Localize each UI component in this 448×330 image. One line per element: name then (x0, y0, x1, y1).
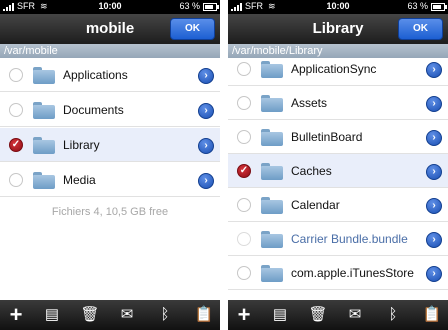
checkbox[interactable] (237, 198, 251, 212)
plus-icon[interactable]: + (6, 304, 26, 326)
bluetooth-icon[interactable]: ᛒ (155, 305, 175, 325)
checkbox[interactable] (9, 68, 23, 82)
list-item[interactable]: BulletinBoard › (228, 120, 448, 154)
battery-percent: 63 % (179, 1, 200, 11)
item-label: BulletinBoard (291, 130, 363, 144)
item-label: ApplicationSync (291, 62, 377, 76)
disclosure-arrow-icon[interactable]: › (426, 62, 442, 78)
disclosure-arrow-icon[interactable]: › (426, 198, 442, 214)
list-item[interactable]: com.apple.iTunesStore › (228, 256, 448, 290)
path-bar: /var/mobile (0, 44, 220, 58)
clipboard-icon[interactable]: 📋 (422, 305, 442, 325)
item-label: Library (63, 138, 100, 152)
item-label: Media (63, 173, 96, 187)
disclosure-arrow-icon[interactable]: › (426, 130, 442, 146)
bluetooth-icon[interactable]: ᛒ (383, 305, 403, 325)
left-screen: SFR ≋ 10:00 63 % mobile OK /var/mobile A… (0, 0, 220, 330)
plus-icon[interactable]: + (234, 304, 254, 326)
battery-icon (203, 3, 219, 11)
storage-info: Fichiers 4, 10,5 GB free (51, 206, 169, 218)
checkbox-checked[interactable]: ✓ (9, 138, 23, 152)
checkbox[interactable] (237, 96, 251, 110)
item-label: Applications (63, 68, 128, 82)
list-item[interactable]: Applications › (0, 58, 220, 92)
folder-icon (33, 102, 55, 119)
checkbox[interactable] (237, 130, 251, 144)
file-list[interactable]: Applications › Documents › ✓ Library › M… (0, 58, 220, 298)
ok-button[interactable]: OK (170, 18, 215, 40)
disclosure-arrow-icon[interactable]: › (198, 68, 214, 84)
status-bar: SFR ≋ 10:00 63 % (0, 0, 220, 14)
list-item[interactable]: Calendar › (228, 188, 448, 222)
list-item[interactable]: Assets › (228, 86, 448, 120)
folder-icon (33, 137, 55, 154)
folder-icon (261, 163, 283, 180)
list-item[interactable]: Documents › (0, 93, 220, 127)
list-item[interactable]: Media › (0, 163, 220, 197)
disclosure-arrow-icon[interactable]: › (198, 173, 214, 189)
clipboard-icon[interactable]: 📋 (194, 305, 214, 325)
disclosure-arrow-icon[interactable]: › (426, 164, 442, 180)
disclosure-arrow-icon[interactable]: › (426, 232, 442, 248)
list-item[interactable]: Carrier Bundle.bundle › (228, 222, 448, 256)
item-label: Carrier Bundle.bundle (291, 232, 408, 246)
item-label: Assets (291, 96, 328, 110)
checkbox[interactable] (237, 232, 251, 246)
nav-bar: Library OK (228, 14, 448, 44)
mail-icon[interactable]: ✉ (117, 305, 137, 325)
battery-percent: 63 % (407, 1, 428, 11)
bottom-toolbar: + ▤ 🗑 ✉ ᛒ 📋 (228, 300, 448, 330)
checkbox[interactable] (237, 62, 251, 76)
list-item[interactable]: ✓ Caches › (228, 154, 448, 188)
checkbox[interactable] (9, 103, 23, 117)
folder-icon (261, 61, 283, 78)
checkbox[interactable] (237, 266, 251, 280)
item-label: com.apple.iTunesStore (291, 266, 414, 280)
folder-icon (261, 197, 283, 214)
list-item[interactable]: ✓ Library › (0, 128, 220, 162)
path-bar: /var/mobile/Library (228, 44, 448, 58)
file-list[interactable]: ApplicationSync › Assets › BulletinBoard… (228, 58, 448, 298)
nav-bar: mobile OK (0, 14, 220, 44)
folder-icon (33, 172, 55, 189)
status-bar: SFR ≋ 10:00 63 % (228, 0, 448, 14)
battery-icon (431, 3, 447, 11)
folder-icon (261, 231, 283, 248)
mail-icon[interactable]: ✉ (345, 305, 365, 325)
bottom-toolbar: + ▤ 🗑 ✉ ᛒ 📋 (0, 300, 220, 330)
zip-icon[interactable]: ▤ (42, 305, 62, 325)
list-item[interactable]: ApplicationSync › (228, 58, 448, 86)
divider (220, 0, 228, 330)
item-label: Calendar (291, 198, 340, 212)
disclosure-arrow-icon[interactable]: › (198, 103, 214, 119)
disclosure-arrow-icon[interactable]: › (426, 266, 442, 282)
ok-button[interactable]: OK (398, 18, 443, 40)
right-screen: SFR ≋ 10:00 63 % Library OK /var/mobile/… (228, 0, 448, 330)
item-label: Documents (63, 103, 124, 117)
item-label: Caches (291, 164, 332, 178)
folder-icon (261, 129, 283, 146)
checkbox[interactable] (9, 173, 23, 187)
zip-icon[interactable]: ▤ (270, 305, 290, 325)
disclosure-arrow-icon[interactable]: › (426, 96, 442, 112)
folder-icon (261, 95, 283, 112)
folder-icon (261, 265, 283, 282)
trash-icon[interactable]: 🗑 (308, 305, 328, 325)
folder-icon (33, 67, 55, 84)
trash-icon[interactable]: 🗑 (80, 305, 100, 325)
disclosure-arrow-icon[interactable]: › (198, 138, 214, 154)
checkbox-checked[interactable]: ✓ (237, 164, 251, 178)
